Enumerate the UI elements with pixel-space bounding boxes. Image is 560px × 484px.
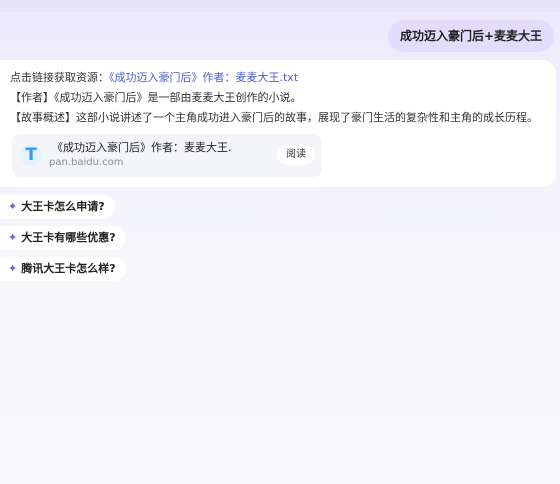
answer-card: 点击链接获取资源：《成功迈入豪门后》作者：麦麦大王.txt 【作者】《成功迈入豪…	[0, 60, 556, 187]
sparkle-icon: ✦	[8, 262, 18, 275]
user-message-bubble: 成功迈入豪门后+麦麦大王	[387, 20, 554, 52]
top-strip	[0, 0, 560, 12]
sparkle-icon: ✦	[8, 200, 18, 213]
suggestion-item[interactable]: ✦ 大王卡怎么申请?	[0, 195, 115, 219]
resource-link[interactable]: 《成功迈入豪门后》作者：麦麦大王.txt	[109, 71, 298, 84]
resource-domain: pan.baidu.com	[49, 157, 124, 168]
answer-line-author: 【作者】《成功迈入豪门后》是一部由麦麦大王创作的小说。	[10, 91, 302, 104]
suggestion-item[interactable]: ✦ 腾讯大王卡怎么样?	[0, 257, 126, 281]
answer-line-summary: 【故事概述】这部小说讲述了一个主角成功进入豪门后的故事，展现了豪门生活的复杂性和…	[10, 111, 538, 124]
suggestion-label: 大王卡有哪些优惠?	[21, 231, 116, 244]
resource-title: 《成功迈入豪门后》作者：麦麦大王.	[52, 141, 232, 154]
suggestion-label: 大王卡怎么申请?	[21, 200, 105, 213]
answer-link-prefix: 点击链接获取资源：	[10, 71, 109, 84]
baidu-pan-logo-icon: T	[20, 144, 42, 166]
suggestion-label: 腾讯大王卡怎么样?	[21, 262, 116, 275]
answer-line-link: 点击链接获取资源：《成功迈入豪门后》作者：麦麦大王.txt	[10, 68, 546, 88]
sparkle-icon: ✦	[8, 231, 18, 244]
suggestion-item[interactable]: ✦ 大王卡有哪些优惠?	[0, 226, 126, 250]
resource-card[interactable]: T 《成功迈入豪门后》作者：麦麦大王. pan.baidu.com 阅读	[12, 134, 322, 177]
read-button[interactable]: 阅读	[277, 145, 315, 165]
